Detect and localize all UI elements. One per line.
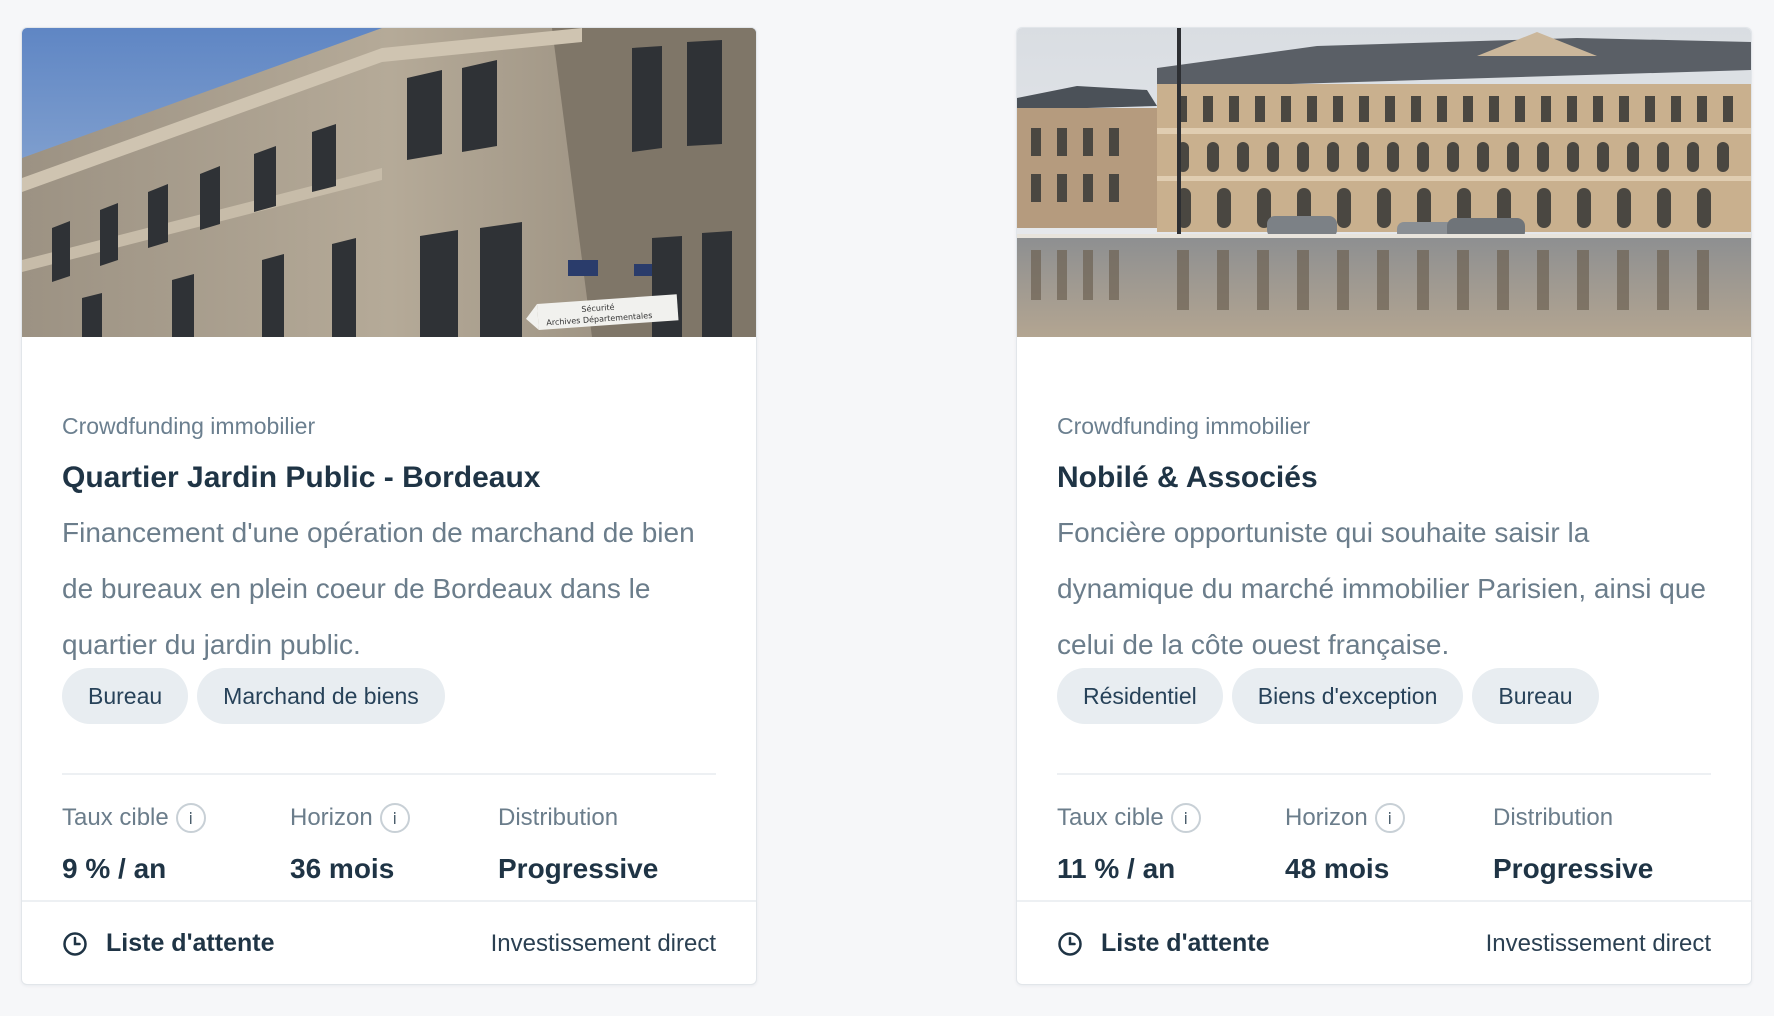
card-category: Crowdfunding immobilier [62, 413, 316, 439]
stat-distribution: Distribution Progressive [498, 801, 658, 885]
clock-icon [1058, 931, 1082, 956]
card-footer: Liste d'attente Investissement direct [1017, 900, 1751, 984]
tag-bureau: Bureau [1472, 668, 1599, 724]
tag-list: Bureau Marchand de biens [62, 668, 445, 724]
card-description: Financement d'une opération de marchand … [62, 517, 695, 660]
stat-value: 36 mois [290, 853, 395, 884]
status-text: Liste d'attente [1101, 929, 1270, 957]
info-circle-icon[interactable]: i [175, 803, 206, 833]
card-description: Foncière opportuniste qui souhaite saisi… [1057, 517, 1706, 660]
tag-residentiel: Résidentiel [1057, 668, 1223, 724]
status-text: Liste d'attente [106, 929, 275, 957]
divider [1057, 773, 1711, 775]
tag-bureau: Bureau [62, 668, 189, 724]
card-title[interactable]: Quartier Jardin Public - Bordeaux [62, 461, 540, 495]
project-card-nobile-associes[interactable]: Crowdfunding immobilier Nobilé & Associé… [1016, 27, 1752, 985]
clock-icon [63, 931, 87, 956]
stat-value: 48 mois [1285, 853, 1390, 884]
project-card-jardin-public[interactable]: Sécurité Archives Départementales Crowdf… [21, 27, 757, 985]
card-title[interactable]: Nobilé & Associés [1057, 461, 1318, 495]
card-category: Crowdfunding immobilier [1057, 413, 1311, 439]
info-circle-icon[interactable]: i [1374, 803, 1405, 833]
stat-label: Horizon [1285, 804, 1368, 831]
stat-taux-cible: Taux cible i 11 % / an [1057, 801, 1201, 885]
stat-label: Taux cible [1057, 804, 1164, 831]
stat-value: 9 % / an [62, 853, 167, 884]
info-circle-icon[interactable]: i [379, 803, 410, 833]
divider [62, 773, 716, 775]
stat-value: Progressive [498, 853, 659, 884]
stat-label: Horizon [290, 804, 373, 831]
stat-distribution: Distribution Progressive [1493, 801, 1653, 885]
tag-list: Résidentiel Biens d'exception Bureau [1057, 668, 1599, 724]
status-indicator: Liste d'attente [1057, 929, 1269, 958]
card-footer: Liste d'attente Investissement direct [22, 900, 756, 984]
stat-taux-cible: Taux cible i 9 % / an [62, 801, 206, 885]
stat-label: Distribution [1493, 804, 1614, 831]
stat-value: 11 % / an [1057, 853, 1176, 884]
status-indicator: Liste d'attente [62, 929, 274, 958]
stat-horizon: Horizon i 48 mois [1285, 801, 1405, 885]
investment-type: Investissement direct [1485, 930, 1711, 957]
stat-value: Progressive [1493, 853, 1654, 884]
stat-label: Taux cible [62, 804, 169, 831]
tag-biens-d-exception: Biens d'exception [1231, 668, 1464, 724]
project-photo-bordeaux-building: Sécurité Archives Départementales [22, 28, 756, 337]
stat-label: Distribution [498, 804, 619, 831]
tag-marchand-de-biens: Marchand de biens [197, 668, 445, 724]
info-circle-icon[interactable]: i [1170, 803, 1201, 833]
investment-type: Investissement direct [490, 930, 716, 957]
stat-horizon: Horizon i 36 mois [290, 801, 410, 885]
project-photo-place-de-la-bourse [1017, 28, 1751, 337]
